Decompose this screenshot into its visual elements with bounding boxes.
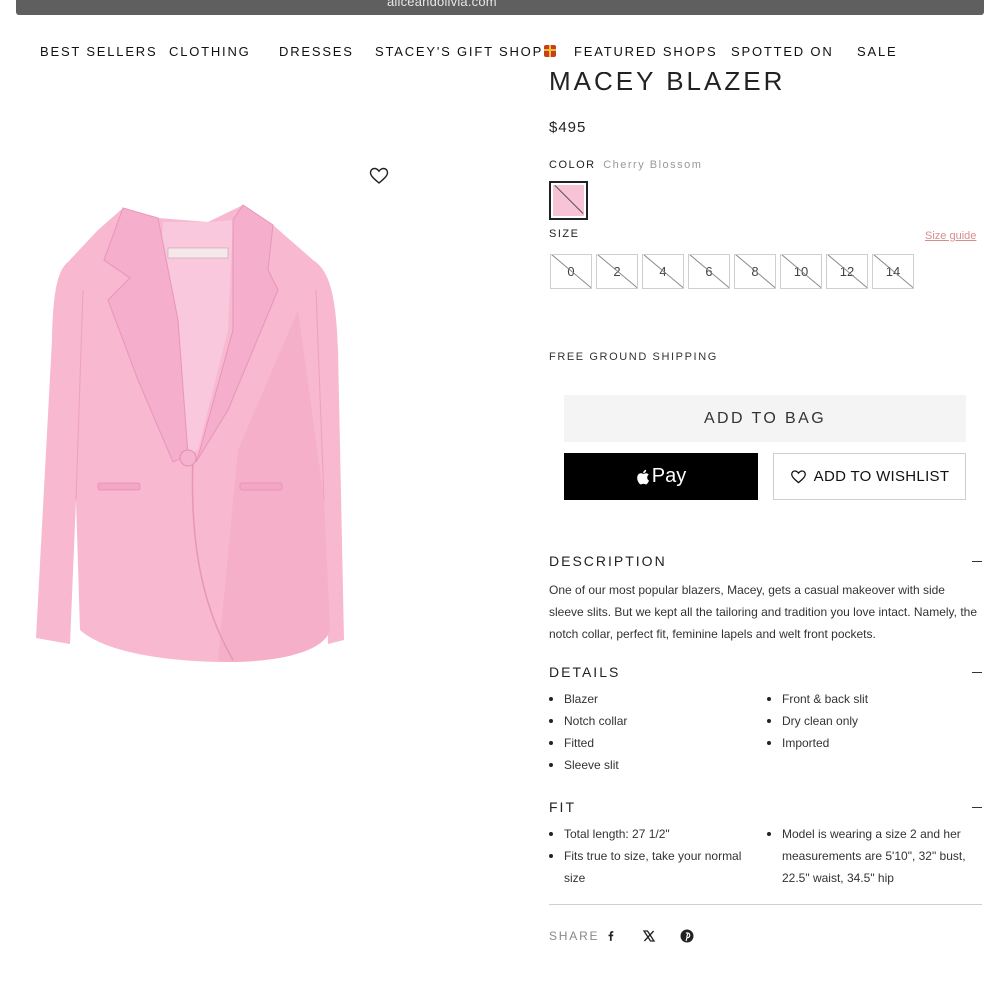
list-item: Blazer <box>549 688 749 710</box>
description-text: One of our most popular blazers, Macey, … <box>549 583 977 641</box>
share-label: SHARE <box>549 929 600 943</box>
heart-icon <box>790 469 806 483</box>
size-option-12[interactable]: 12 <box>826 254 868 289</box>
product-price: $495 <box>549 119 587 136</box>
facebook-icon[interactable] <box>604 929 618 943</box>
list-item: Total length: 27 1/2" <box>549 823 754 845</box>
apple-pay-button[interactable]: Pay <box>564 453 758 500</box>
nav-item-featured-shops[interactable]: FEATURED SHOPS <box>574 44 717 59</box>
color-swatch[interactable] <box>549 181 588 220</box>
list-item: Fitted <box>549 732 749 754</box>
size-options: 0 2 4 6 8 10 12 14 <box>550 254 914 289</box>
list-item: Notch collar <box>549 710 749 732</box>
size-option-2[interactable]: 2 <box>596 254 638 289</box>
product-title: MACEY BLAZER <box>549 72 786 96</box>
main-nav: BEST SELLERS CLOTHING DRESSES STACEY'S G… <box>0 44 1000 62</box>
apple-pay-label: Pay <box>651 465 687 487</box>
add-to-wishlist-label: ADD TO WISHLIST <box>813 468 950 485</box>
color-swatch-fill <box>553 185 584 216</box>
color-row: COLOR Cherry Blossom <box>549 159 702 171</box>
nav-item-clothing[interactable]: CLOTHING <box>169 44 251 59</box>
list-item: Imported <box>767 732 982 754</box>
size-option-4[interactable]: 4 <box>642 254 684 289</box>
add-to-wishlist-button[interactable]: ADD TO WISHLIST <box>773 453 966 500</box>
nav-item-dresses[interactable]: DRESSES <box>279 44 354 59</box>
product-title-container: MACEY BLAZER <box>549 72 849 96</box>
apple-icon <box>636 469 649 484</box>
details-list-left: Blazer Notch collar Fitted Sleeve slit <box>549 688 749 776</box>
collapse-icon <box>972 672 982 673</box>
list-item: Fits true to size, take your normal size <box>549 845 754 889</box>
fit-list-left: Total length: 27 1/2" Fits true to size,… <box>549 823 754 889</box>
nav-item-best-sellers[interactable]: BEST SELLERS <box>40 44 157 59</box>
heart-icon[interactable] <box>369 166 389 186</box>
size-option-14[interactable]: 14 <box>872 254 914 289</box>
details-list-right: Front & back slit Dry clean only Importe… <box>767 688 982 754</box>
nav-item-sale[interactable]: SALE <box>857 44 897 59</box>
collapse-icon <box>972 807 982 808</box>
list-item: Front & back slit <box>767 688 982 710</box>
collapse-icon <box>972 561 982 562</box>
url-text[interactable]: aliceandolivia.com <box>387 0 497 9</box>
fit-heading: FIT <box>549 799 576 815</box>
color-label: COLOR <box>549 159 596 171</box>
fit-toggle[interactable]: FIT <box>549 799 982 815</box>
nav-item-gift-shop-label: STACEY'S GIFT SHOP <box>375 44 544 59</box>
browser-url-bar[interactable]: aliceandolivia.com <box>16 0 984 15</box>
pinterest-icon[interactable] <box>680 929 694 943</box>
product-image <box>36 204 344 662</box>
details-toggle[interactable]: DETAILS <box>549 664 982 680</box>
list-item: Sleeve slit <box>549 754 749 776</box>
list-item: Dry clean only <box>767 710 982 732</box>
details-heading: DETAILS <box>549 664 621 680</box>
size-label: SIZE <box>549 228 580 240</box>
nav-item-spotted-on[interactable]: SPOTTED ON <box>731 44 834 59</box>
nav-item-gift-shop[interactable]: STACEY'S GIFT SHOP <box>375 44 557 59</box>
list-item: Model is wearing a size 2 and her measur… <box>767 823 982 889</box>
x-icon[interactable] <box>642 929 656 943</box>
description-toggle[interactable]: DESCRIPTION <box>549 553 982 569</box>
size-option-10[interactable]: 10 <box>780 254 822 289</box>
size-option-6[interactable]: 6 <box>688 254 730 289</box>
gift-icon <box>544 45 557 57</box>
size-option-0[interactable]: 0 <box>550 254 592 289</box>
color-value: Cherry Blossom <box>603 159 703 171</box>
add-to-bag-button[interactable]: ADD TO BAG <box>564 395 966 442</box>
fit-list-right: Model is wearing a size 2 and her measur… <box>767 823 982 889</box>
free-shipping-text: FREE GROUND SHIPPING <box>549 351 718 363</box>
divider <box>549 904 982 905</box>
size-guide-link[interactable]: Size guide <box>925 230 976 242</box>
size-option-8[interactable]: 8 <box>734 254 776 289</box>
description-heading: DESCRIPTION <box>549 553 667 569</box>
